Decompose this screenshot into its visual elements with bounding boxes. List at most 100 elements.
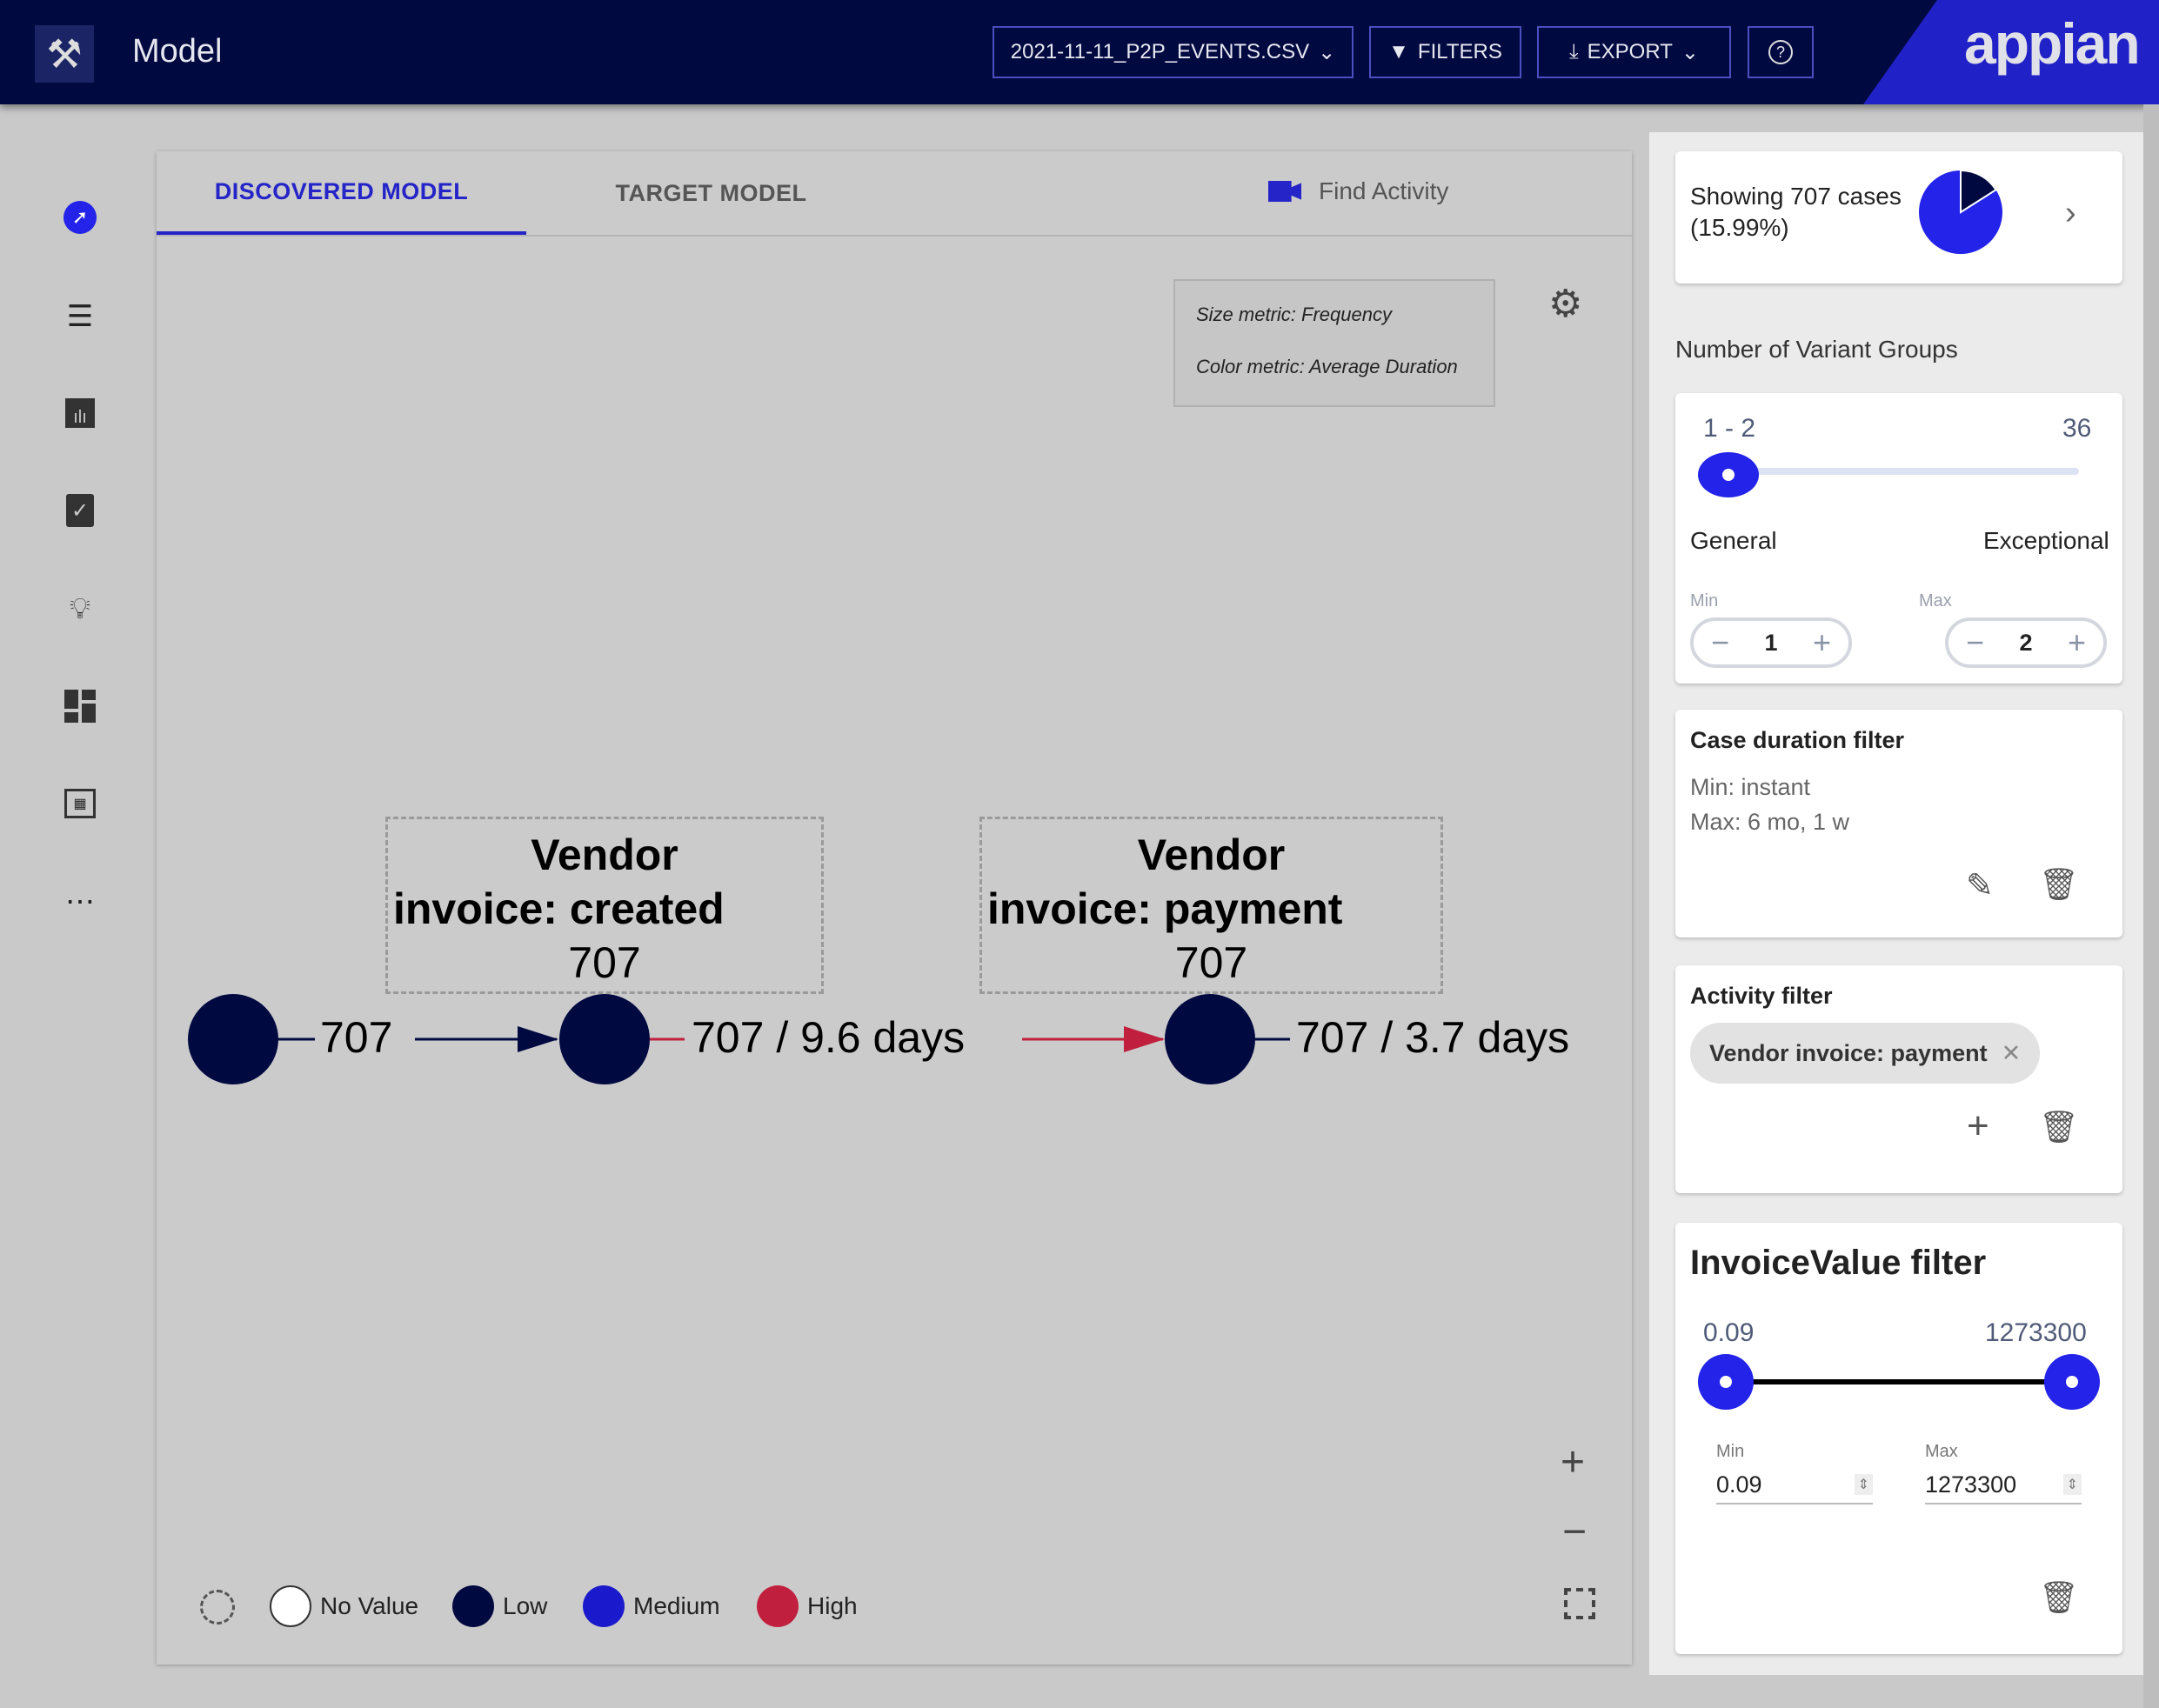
legend-medium-dot <box>583 1585 625 1627</box>
start-node[interactable] <box>188 994 278 1084</box>
min-stepper[interactable]: − 1 + <box>1690 617 1852 668</box>
spinner-icon[interactable]: ⇕ <box>1854 1474 1873 1495</box>
slider-high-handle[interactable] <box>2044 1354 2100 1410</box>
dashboard-icon[interactable] <box>63 689 97 724</box>
arrow-head <box>518 1026 558 1052</box>
zoom-out-button[interactable]: − <box>1562 1508 1587 1556</box>
cases-count: Showing 707 cases <box>1690 183 1902 210</box>
fullscreen-icon[interactable] <box>1564 1588 1595 1619</box>
trash-icon[interactable]: 🗑︎ <box>2039 1579 2079 1616</box>
add-icon[interactable]: + <box>1967 1104 1989 1148</box>
legend-low-dot <box>452 1585 494 1627</box>
filter-icon: ▼ <box>1388 40 1409 63</box>
duration-min: Min: instant <box>1690 774 1811 800</box>
slider-track[interactable] <box>1724 1379 2072 1384</box>
variant-max-total: 36 <box>2062 414 2092 443</box>
export-button[interactable]: ⤓ EXPORT ⌄ <box>1537 26 1731 78</box>
report-icon[interactable]: ▦ <box>63 786 97 821</box>
cases-card[interactable]: Showing 707 cases (15.99%) › <box>1675 151 2122 284</box>
slider-handle[interactable] <box>1698 452 1759 497</box>
close-icon[interactable]: ✕ <box>2002 1040 2022 1067</box>
min-label: Min <box>1690 591 1719 610</box>
help-button[interactable]: ? <box>1748 26 1814 78</box>
activity-filter-card: Activity filter Vendor invoice: payment ✕… <box>1675 965 2122 1193</box>
filters-label: FILTERS <box>1417 40 1502 63</box>
invoice-low: 0.09 <box>1703 1318 1755 1347</box>
slider-track[interactable] <box>1754 468 2079 475</box>
activity-node-created[interactable] <box>559 994 650 1084</box>
edge-label: 707 / 9.6 days <box>692 1013 966 1062</box>
legend-high-dot <box>757 1585 799 1627</box>
legend-medium: Medium <box>633 1592 720 1619</box>
activity-chip[interactable]: Vendor invoice: payment ✕ <box>1690 1023 2041 1084</box>
start-count: 707 <box>320 1013 393 1062</box>
exceptional-label: Exceptional <box>1983 527 2109 554</box>
legend-no-value: No Value <box>320 1592 419 1619</box>
edge-label: 707 / 3.7 days <box>1296 1013 1570 1062</box>
min-input-value: 0.09 <box>1716 1471 1762 1498</box>
filter-panel: Showing 707 cases (15.99%) › Number of V… <box>1649 132 2143 1675</box>
chevron-down-icon: ⌄ <box>1318 40 1336 64</box>
invoice-value-card: InvoiceValue filter 0.09 1273300 Min Max… <box>1675 1223 2122 1654</box>
trash-icon[interactable]: 🗑︎ <box>2039 1109 2079 1145</box>
min-input[interactable]: 0.09 ⇕ <box>1716 1466 1873 1505</box>
max-input[interactable]: 1273300 ⇕ <box>1925 1466 2082 1505</box>
max-stepper[interactable]: − 2 + <box>1945 617 2107 668</box>
min-label: Min <box>1716 1442 1745 1461</box>
slider-low-handle[interactable] <box>1698 1354 1754 1410</box>
chip-label: Vendor invoice: payment <box>1709 1039 1988 1066</box>
max-value: 2 <box>2019 629 2033 656</box>
case-duration-title: Case duration filter <box>1690 727 1905 753</box>
clipboard-check-icon[interactable]: ✓ <box>63 493 97 528</box>
file-select[interactable]: 2021-11-11_P2P_EVENTS.CSV ⌄ <box>993 26 1354 78</box>
filters-button[interactable]: ▼ FILTERS <box>1369 26 1521 78</box>
cases-percent: (15.99%) <box>1690 214 1789 241</box>
legend-high: High <box>807 1592 858 1619</box>
list-icon[interactable]: ☰ <box>63 299 97 334</box>
cases-pie <box>1919 169 2002 254</box>
spinner-icon[interactable]: ⇕ <box>2062 1474 2082 1495</box>
compass-icon[interactable]: ➚ <box>63 200 97 235</box>
edit-icon[interactable]: ✎ <box>1966 866 1994 905</box>
minus-icon[interactable]: − <box>1711 624 1729 661</box>
file-name: 2021-11-11_P2P_EVENTS.CSV <box>1010 40 1310 63</box>
help-circle-icon: ? <box>1768 40 1793 64</box>
legend-low: Low <box>503 1592 548 1619</box>
invoice-filter-title: InvoiceValue filter <box>1690 1244 1987 1282</box>
timer-icon[interactable] <box>200 1590 235 1625</box>
app-logo-icon[interactable]: ⚒ <box>35 25 94 83</box>
chevron-right-icon[interactable]: › <box>2065 195 2076 232</box>
max-label: Max <box>1925 1442 1958 1461</box>
max-label: Max <box>1919 591 1952 610</box>
graph-edges <box>278 1026 1290 1052</box>
invoice-high: 1273300 <box>1985 1318 2087 1347</box>
chevron-down-icon: ⌄ <box>1681 40 1699 64</box>
max-input-value: 1273300 <box>1925 1471 2017 1498</box>
variant-range: 1 - 2 <box>1703 414 1756 443</box>
top-bar: ⚒ Model 2021-11-11_P2P_EVENTS.CSV ⌄ ▼ FILT… <box>0 0 2159 104</box>
minus-icon[interactable]: − <box>1966 624 1984 661</box>
page-title: Model <box>132 33 223 70</box>
legend-no-value-dot <box>270 1585 311 1627</box>
process-model-canvas[interactable]: DISCOVERED MODEL TARGET MODEL Find Activ… <box>157 151 1632 1665</box>
appian-logo: appian <box>1964 11 2141 76</box>
arrow-head <box>1124 1026 1165 1052</box>
min-value: 1 <box>1764 629 1778 656</box>
plus-icon[interactable]: + <box>2068 624 2086 661</box>
more-icon[interactable]: ⋯ <box>63 884 97 919</box>
scrollbar-track[interactable] <box>2143 104 2159 1708</box>
activity-node-payment[interactable] <box>1165 994 1255 1084</box>
activity-filter-title: Activity filter <box>1690 983 1833 1009</box>
download-icon: ⤓ <box>1569 40 1579 63</box>
trash-icon[interactable]: 🗑︎ <box>2039 866 2079 903</box>
duration-max: Max: 6 mo, 1 w <box>1690 809 1850 835</box>
variant-groups-card: 1 - 2 36 General Exceptional Min Max − 1 +… <box>1675 393 2122 684</box>
bar-chart-icon[interactable]: ılı <box>63 396 97 430</box>
general-label: General <box>1690 527 1777 554</box>
variant-groups-title: Number of Variant Groups <box>1675 336 1958 363</box>
lightbulb-icon[interactable]: 💡︎ <box>63 591 97 626</box>
zoom-in-button[interactable]: + <box>1561 1438 1585 1486</box>
plus-icon[interactable]: + <box>1813 624 1831 661</box>
export-label: EXPORT <box>1587 40 1673 63</box>
case-duration-card: Case duration filter Min: instant Max: 6… <box>1675 710 2122 937</box>
